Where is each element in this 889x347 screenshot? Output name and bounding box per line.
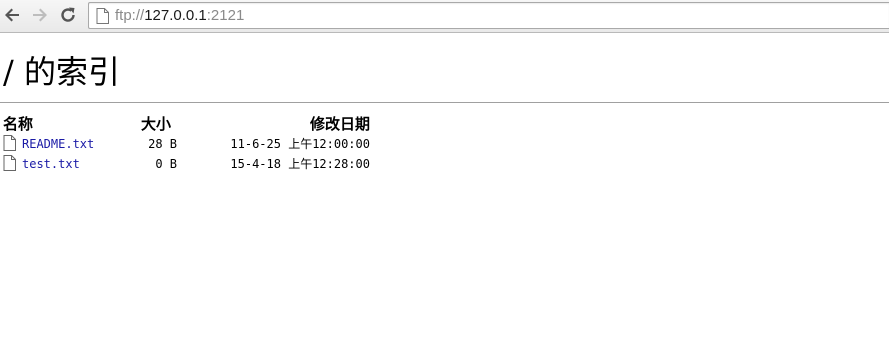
address-bar[interactable]: ftp://127.0.0.1:2121 (88, 2, 889, 29)
url-host: 127.0.0.1 (144, 7, 207, 24)
column-header-size[interactable]: 大小 (135, 114, 177, 134)
table-header-row: 名称 大小 修改日期 (1, 114, 370, 134)
file-icon (3, 155, 16, 171)
file-link[interactable]: README.txt (22, 137, 94, 151)
file-date-cell: 11-6-25 上午12:00:00 (230, 137, 370, 151)
file-icon (3, 135, 16, 151)
file-link[interactable]: test.txt (22, 157, 80, 171)
file-listing-table: 名称 大小 修改日期 README.txt 28 B 11-6-25 上午12:… (1, 114, 370, 174)
page-title: / 的索引 (3, 53, 120, 91)
file-name-cell: test.txt (1, 154, 135, 174)
forward-arrow-icon (33, 8, 47, 22)
column-header-date[interactable]: 修改日期 (177, 114, 370, 134)
url-text: ftp://127.0.0.1:2121 (115, 7, 244, 25)
url-port: :2121 (206, 7, 245, 24)
back-button[interactable] (2, 5, 22, 25)
url-scheme: ftp:// (115, 7, 145, 24)
browser-toolbar: ftp://127.0.0.1:2121 (0, 0, 889, 33)
forward-button[interactable] (30, 5, 50, 25)
file-size-cell: 28 B (148, 137, 177, 151)
table-row: test.txt 0 B 15-4-18 上午12:28:00 (1, 154, 370, 174)
table-row: README.txt 28 B 11-6-25 上午12:00:00 (1, 134, 370, 154)
back-arrow-icon (5, 8, 19, 22)
page-icon (96, 8, 109, 24)
column-header-name[interactable]: 名称 (1, 114, 135, 134)
reload-button[interactable] (58, 5, 78, 25)
file-size-cell: 0 B (155, 157, 177, 171)
file-date-cell: 15-4-18 上午12:28:00 (230, 157, 370, 171)
reload-icon (61, 7, 75, 22)
divider (0, 102, 889, 103)
file-name-cell: README.txt (1, 134, 135, 154)
